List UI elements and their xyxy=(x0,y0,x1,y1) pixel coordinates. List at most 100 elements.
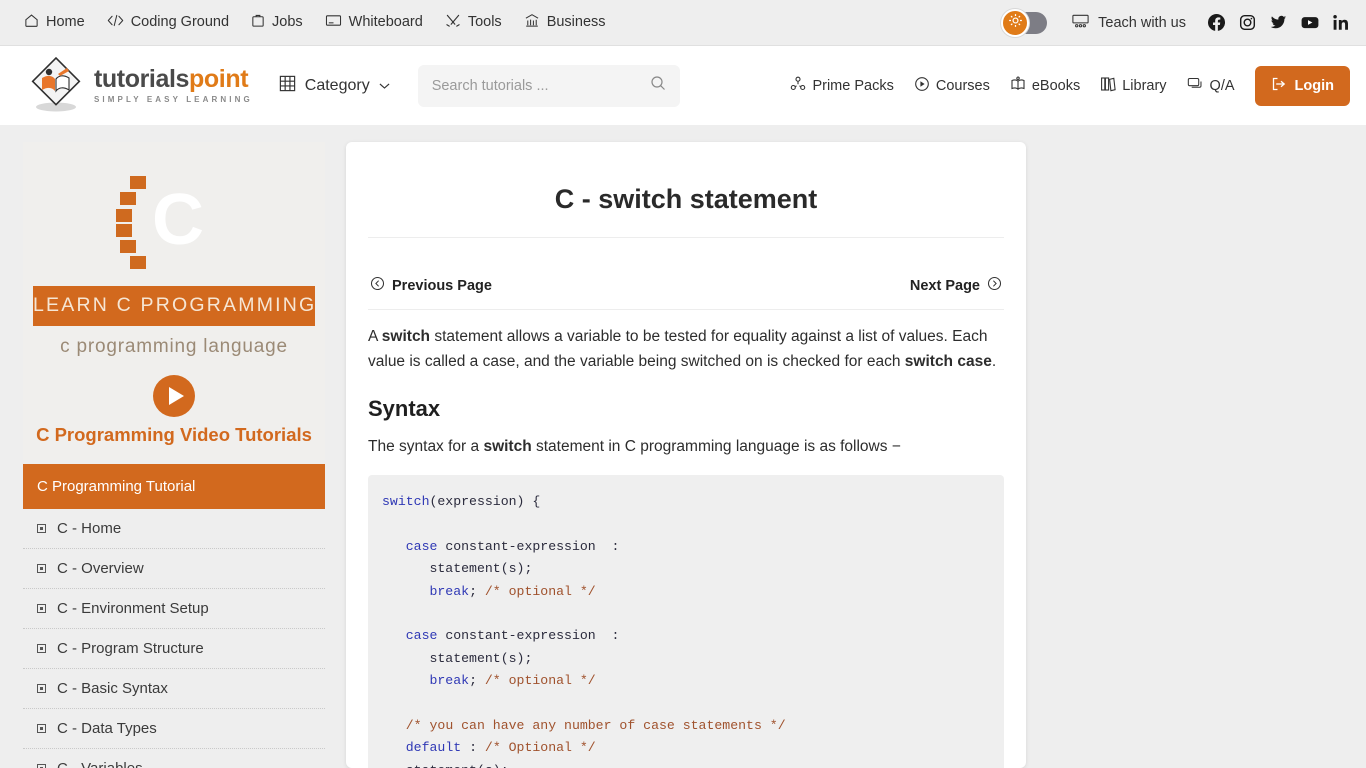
syntax-bold-switch: switch xyxy=(483,438,532,455)
code-comment: /* Optional */ xyxy=(484,740,596,756)
nav-label: Q/A xyxy=(1209,77,1235,94)
code-block: switch(expression) { case constant-expre… xyxy=(368,475,1004,768)
code-comment: /* optional */ xyxy=(484,673,596,689)
social-links xyxy=(1208,14,1350,31)
code-text: statement(s); xyxy=(382,763,509,768)
login-label: Login xyxy=(1294,77,1334,94)
syntax-text-a: The syntax for a xyxy=(368,438,484,455)
sidebar-banner[interactable]: C LEARN C PROGRAMMING c programming lang… xyxy=(23,142,325,460)
play-icon[interactable] xyxy=(152,374,196,418)
sidebar-item-c-home[interactable]: C - Home xyxy=(23,509,325,549)
expand-square-icon xyxy=(37,564,46,573)
previous-page-label: Previous Page xyxy=(392,277,492,294)
nav-label: Prime Packs xyxy=(812,77,894,94)
topnav-item-whiteboard[interactable]: Whiteboard xyxy=(325,13,423,32)
intro-text-e: . xyxy=(991,353,997,370)
code-keyword: break xyxy=(429,673,470,689)
expand-square-icon xyxy=(37,684,46,693)
nav-item-qa[interactable]: Q/A xyxy=(1187,76,1235,96)
instagram-icon[interactable] xyxy=(1239,14,1256,31)
twitter-icon[interactable] xyxy=(1270,14,1287,31)
sidebar-item-c-program-structure[interactable]: C - Program Structure xyxy=(23,629,325,669)
chat-icon xyxy=(1187,76,1204,96)
site-logo[interactable]: tutorialspoint SIMPLY EASY LEARNING xyxy=(24,54,253,118)
c-gear-logo-icon: C xyxy=(114,162,234,282)
sidebar-item-c-overview[interactable]: C - Overview xyxy=(23,549,325,589)
nav-item-prime-packs[interactable]: Prime Packs xyxy=(790,76,894,96)
banner-footer-text: C Programming Video Tutorials xyxy=(36,424,312,445)
header-nav: Prime Packs Courses eBooks Library Q/A L… xyxy=(790,65,1350,106)
sidebar-item-c-basic-syntax[interactable]: C - Basic Syntax xyxy=(23,669,325,709)
topnav-label: Jobs xyxy=(272,14,303,31)
theme-toggle[interactable] xyxy=(1001,8,1048,37)
tools-icon xyxy=(445,13,461,32)
sidebar-item-label: C - Environment Setup xyxy=(57,600,209,617)
expand-square-icon xyxy=(37,604,46,613)
logo-diamond-icon xyxy=(24,54,88,118)
intro-bold-switch: switch xyxy=(381,328,431,345)
code-keyword: case xyxy=(405,628,438,644)
category-label: Category xyxy=(304,76,370,94)
main-content-card: C - switch statement Previous Page Next … xyxy=(346,142,1026,768)
page-body: C LEARN C PROGRAMMING c programming lang… xyxy=(0,126,1366,768)
topnav-item-business[interactable]: Business xyxy=(524,13,606,32)
page-title: C - switch statement xyxy=(554,184,818,214)
chevron-down-icon xyxy=(379,77,390,95)
sidebar-item-label: C - Data Types xyxy=(57,720,157,737)
category-dropdown[interactable]: Category xyxy=(279,75,390,97)
prime-icon xyxy=(790,76,806,96)
expand-square-icon xyxy=(37,724,46,733)
nav-item-ebooks[interactable]: eBooks xyxy=(1010,76,1080,96)
logo-text-part2: point xyxy=(189,65,249,93)
next-page-link[interactable]: Next Page xyxy=(910,276,1002,295)
sidebar-menu: C - Home C - Overview C - Environment Se… xyxy=(23,509,325,768)
nav-item-library[interactable]: Library xyxy=(1100,76,1167,96)
search-icon[interactable] xyxy=(650,75,666,96)
play-circle-icon xyxy=(914,76,930,96)
search-input[interactable] xyxy=(431,77,650,94)
code-comment: /* optional */ xyxy=(484,583,596,599)
sidebar-item-label: C - Program Structure xyxy=(57,640,204,657)
whiteboard-icon xyxy=(325,13,342,32)
code-keyword: break xyxy=(429,583,470,599)
logo-wordmark: tutorialspoint SIMPLY EASY LEARNING xyxy=(94,65,253,105)
topnav-item-coding-ground[interactable]: Coding Ground xyxy=(107,13,229,32)
code-keyword: switch xyxy=(382,494,430,509)
sidebar-item-label: C - Home xyxy=(57,520,122,537)
sidebar-item-c-variables[interactable]: C - Variables xyxy=(23,749,325,768)
topnav-item-home[interactable]: Home xyxy=(24,13,85,32)
code-text: ; xyxy=(469,673,485,689)
youtube-icon[interactable] xyxy=(1301,14,1319,31)
sidebar: C LEARN C PROGRAMMING c programming lang… xyxy=(23,142,325,768)
code-keyword: case xyxy=(405,538,438,554)
nav-item-courses[interactable]: Courses xyxy=(914,76,990,96)
topnav-item-jobs[interactable]: Jobs xyxy=(251,13,303,32)
syntax-paragraph: The syntax for a switch statement in C p… xyxy=(368,426,1004,459)
sidebar-item-c-environment-setup[interactable]: C - Environment Setup xyxy=(23,589,325,629)
teach-with-us-link[interactable]: Teach with us xyxy=(1071,13,1186,33)
previous-page-link[interactable]: Previous Page xyxy=(370,276,492,295)
top-bar-right: Teach with us xyxy=(1001,8,1350,37)
topnav-label: Whiteboard xyxy=(348,14,423,31)
chevron-right-circle-icon xyxy=(987,276,1002,295)
expand-square-icon xyxy=(37,764,46,768)
search-box[interactable] xyxy=(417,64,680,107)
toggle-knob[interactable] xyxy=(1001,8,1030,37)
ebook-icon xyxy=(1010,76,1026,96)
gear-icon xyxy=(1008,13,1023,33)
code-text: ; xyxy=(469,583,485,599)
login-button[interactable]: Login xyxy=(1254,65,1350,106)
linkedin-icon[interactable] xyxy=(1333,14,1350,31)
intro-paragraph: A switch statement allows a variable to … xyxy=(368,310,1004,374)
topnav-item-tools[interactable]: Tools xyxy=(445,13,502,32)
syntax-heading: Syntax xyxy=(368,396,441,421)
facebook-icon[interactable] xyxy=(1208,14,1225,31)
nav-label: Library xyxy=(1122,77,1167,94)
topnav-label: Business xyxy=(546,14,606,31)
top-nav: Home Coding Ground Jobs Whiteboard Tools… xyxy=(24,13,606,32)
topnav-label: Tools xyxy=(467,14,502,31)
sidebar-item-c-data-types[interactable]: C - Data Types xyxy=(23,709,325,749)
